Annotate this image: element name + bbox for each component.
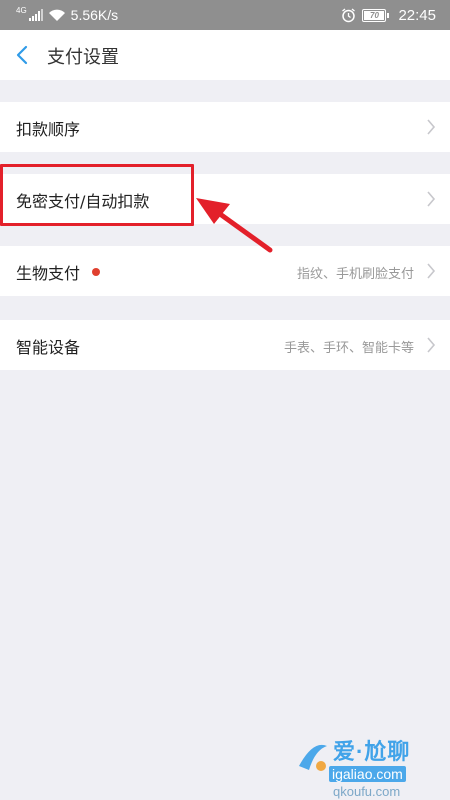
header-bar: 支付设置 (0, 30, 450, 80)
status-right: 70 22:45 (341, 7, 436, 24)
row-label: 扣款顺序 (16, 120, 81, 139)
new-badge-dot (92, 268, 100, 276)
chevron-right-icon (427, 119, 436, 135)
clock: 22:45 (398, 7, 436, 24)
row-deduction-order[interactable]: 扣款顺序 (0, 102, 450, 152)
battery-level: 70 (370, 11, 379, 20)
page-title: 支付设置 (47, 47, 119, 68)
wifi-icon (48, 9, 65, 21)
alarm-icon (342, 8, 356, 23)
chevron-right-icon (427, 191, 436, 207)
network-speed: 5.56K/s (70, 7, 119, 23)
status-bar: 4G 5.56K/s 70 22:45 (0, 0, 450, 30)
row-value: 指纹、手机刷脸支付 (296, 267, 414, 282)
watermark-logo-icon (299, 744, 327, 771)
battery-icon: 70 (362, 9, 390, 22)
row-label: 生物支付 (16, 264, 81, 283)
signal-icon (28, 9, 43, 21)
status-left: 4G 5.56K/s (16, 5, 119, 24)
back-button[interactable] (10, 42, 36, 68)
row-label: 智能设备 (16, 338, 81, 357)
watermark: 爱·尬聊 igaliao.com qkoufu.com (295, 728, 445, 799)
watermark-brand: 爱·尬聊 (333, 739, 411, 764)
annotation-highlight-box (0, 164, 194, 226)
chevron-right-icon (427, 337, 436, 353)
annotation-arrow-icon (196, 198, 273, 253)
watermark-sub: qkoufu.com (333, 784, 401, 799)
chevron-left-icon (16, 45, 28, 65)
watermark-url: igaliao.com (329, 766, 406, 782)
chevron-right-icon (427, 263, 436, 279)
row-value: 手表、手环、智能卡等 (283, 341, 414, 356)
row-smart-devices[interactable]: 智能设备 手表、手环、智能卡等 (0, 320, 450, 370)
network-type: 4G (16, 5, 27, 15)
